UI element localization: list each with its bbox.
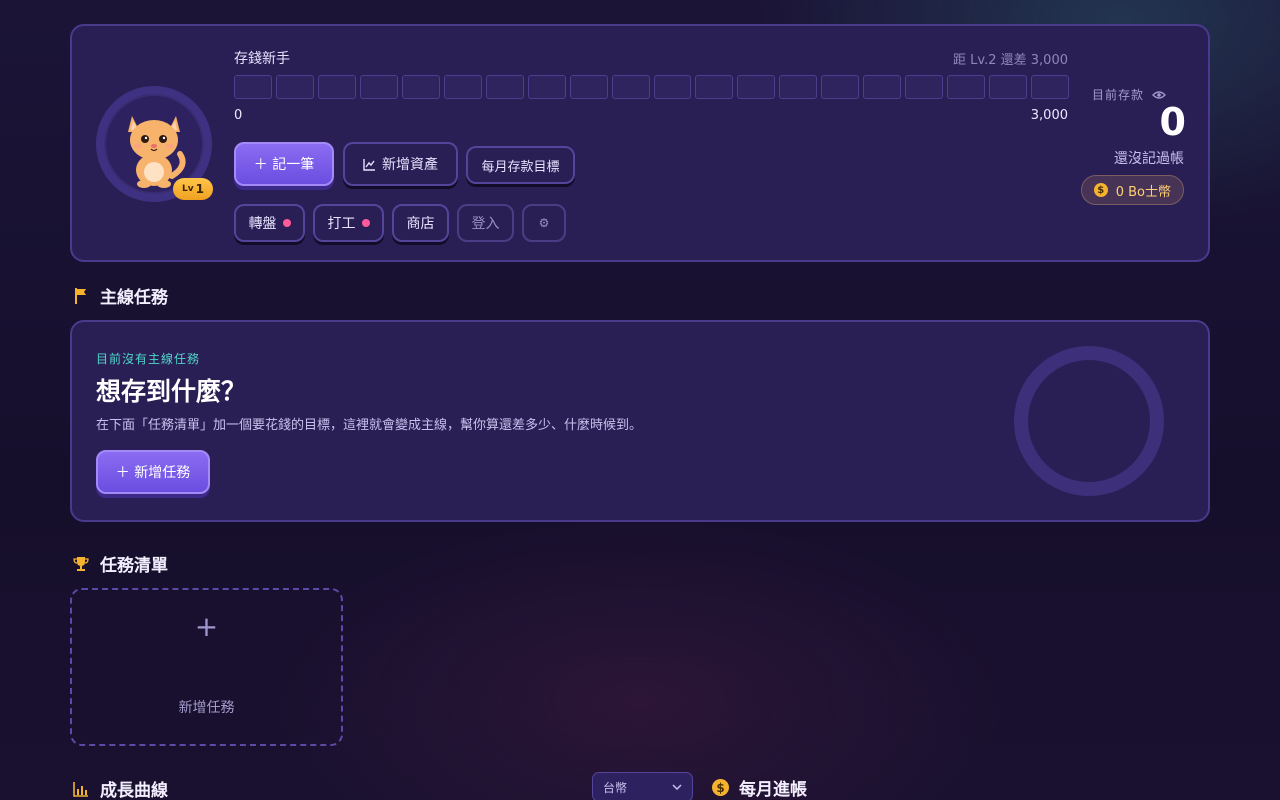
bar-chart-icon (73, 781, 88, 797)
wheel-label: 轉盤 (248, 216, 277, 232)
coin-balance[interactable]: $ 0 Bo士幣 (1080, 175, 1184, 205)
progress-max: 3,000 (1030, 108, 1068, 123)
main-quest-title: 主線任務 (100, 288, 168, 308)
rank-title: 存錢新手 (234, 51, 290, 67)
progress-segment (737, 75, 776, 99)
work-notify-dot (361, 219, 370, 227)
progress-segment (863, 75, 902, 99)
add-task-button[interactable]: ＋ 新增任務 (96, 450, 210, 494)
monthly-goal-label: 每月存款目標 (481, 159, 560, 175)
chart-line-icon (363, 158, 375, 171)
work-button[interactable]: 打工 (313, 204, 384, 242)
add-task-card[interactable]: + 新增任務 (70, 588, 343, 746)
savings-label: 目前存款 (1091, 88, 1144, 102)
level-number: 1 (195, 182, 204, 196)
progress-segment (611, 75, 650, 99)
flag-icon (75, 287, 86, 304)
login-label: 登入 (471, 216, 500, 232)
main-quest-description: 在下面「任務清單」加一個要花錢的目標，這裡就會變成主線，幫你算還差多少、什麼時候… (96, 418, 643, 433)
work-label: 打工 (327, 216, 356, 232)
progress-segment (443, 75, 482, 99)
savings-value: 0 (1159, 100, 1186, 144)
monthly-income-title: 每月進帳 (739, 780, 807, 800)
growth-heading: 成長曲線 (72, 776, 168, 800)
settings-button[interactable]: ⚙ (522, 204, 566, 242)
progress-segment (653, 75, 692, 99)
add-asset-button[interactable]: 新增資產 (343, 142, 458, 186)
level-prefix: Lv (182, 184, 194, 194)
wheel-notify-dot (282, 219, 291, 227)
progress-segment (317, 75, 356, 99)
progress-segment (695, 75, 734, 99)
next-level-text: 距 Lv.2 還差 3,000 (953, 53, 1068, 68)
savings-label-row: 目前存款 (1092, 86, 1166, 103)
progress-min: 0 (234, 108, 243, 123)
level-progress-bar (234, 75, 1070, 99)
main-quest-card: 目前沒有主線任務 想存到什麼？ 在下面「任務清單」加一個要花錢的目標，這裡就會變… (70, 320, 1210, 522)
progress-segment (401, 75, 440, 99)
task-list-heading: 任務清單 (72, 551, 168, 576)
wheel-button[interactable]: 轉盤 (234, 204, 305, 242)
main-quest-heading: 主線任務 (72, 283, 168, 308)
progress-ring (1014, 346, 1164, 496)
progress-segment (234, 75, 272, 99)
task-list-title: 任務清單 (100, 556, 168, 576)
shop-button[interactable]: 商店 (392, 204, 449, 242)
level-badge: Lv 1 (173, 178, 213, 200)
plus-icon: + (194, 610, 219, 643)
coin-balance-text: 0 Bo士幣 (1115, 184, 1171, 200)
add-task-card-label: 新增任務 (178, 700, 235, 716)
shop-label: 商店 (406, 216, 435, 232)
progress-segment (359, 75, 398, 99)
progress-segment (569, 75, 608, 99)
gear-icon: ⚙ (538, 216, 550, 230)
progress-segment (275, 75, 314, 99)
coin-icon: $ (1093, 183, 1108, 197)
main-quest-question: 想存到什麼？ (96, 377, 247, 406)
currency-selected: 台幣 (603, 780, 628, 795)
record-button[interactable]: ＋ 記一筆 (234, 142, 334, 186)
progress-segment (947, 75, 986, 99)
level-card: Lv 1 存錢新手 距 Lv.2 還差 3,000 0 3,000 ＋ 記一筆 … (70, 24, 1210, 262)
progress-segment (989, 75, 1028, 99)
progress-segment (527, 75, 566, 99)
main-quest-tag: 目前沒有主線任務 (96, 352, 201, 366)
growth-title: 成長曲線 (100, 781, 168, 800)
add-asset-label: 新增資產 (382, 157, 438, 173)
progress-segment (1031, 75, 1070, 99)
progress-segment (821, 75, 860, 99)
progress-segment (485, 75, 524, 99)
monthly-income-heading: $ 每月進帳 (712, 775, 807, 800)
chevron-down-icon (672, 784, 682, 790)
dollar-coin-icon: $ (712, 779, 729, 796)
eye-icon[interactable] (1152, 90, 1166, 100)
trophy-icon (73, 556, 89, 571)
record-button-label: ＋ 記一筆 (253, 157, 315, 173)
currency-select[interactable]: 台幣 (592, 772, 693, 800)
login-button[interactable]: 登入 (457, 204, 514, 242)
monthly-goal-button[interactable]: 每月存款目標 (466, 146, 575, 184)
add-task-label: ＋ 新增任務 (115, 465, 191, 481)
progress-segment (905, 75, 944, 99)
progress-segment (779, 75, 818, 99)
savings-subtitle: 還沒記過帳 (1114, 151, 1184, 167)
